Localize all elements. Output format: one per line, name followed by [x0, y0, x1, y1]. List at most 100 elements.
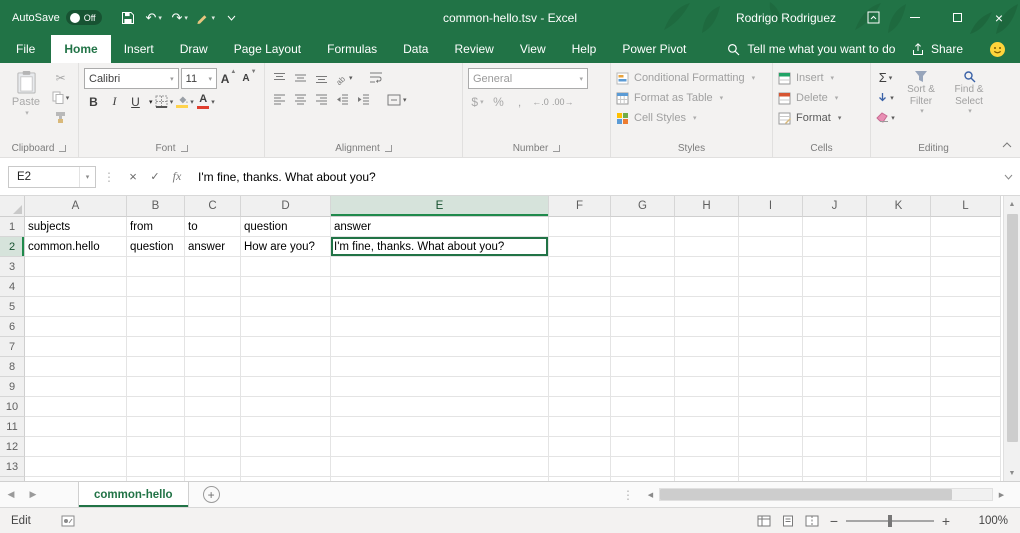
center-button[interactable]: [291, 90, 310, 109]
cell-C3[interactable]: [185, 257, 241, 277]
cell-C6[interactable]: [185, 317, 241, 337]
cell-B11[interactable]: [127, 417, 185, 437]
column-header-E[interactable]: E: [331, 196, 549, 217]
autosum-button[interactable]: Σ▾: [876, 68, 895, 87]
customize-qat-button[interactable]: [220, 5, 244, 31]
font-dialog-launcher-icon[interactable]: [181, 145, 188, 152]
delete-cells-button[interactable]: Delete ▾: [778, 88, 865, 108]
format-painter-button[interactable]: [51, 108, 70, 127]
cell-E5[interactable]: [331, 297, 549, 317]
font-color-button[interactable]: A ▾: [197, 92, 216, 111]
zoom-level[interactable]: 100%: [964, 515, 1008, 527]
cell-B12[interactable]: [127, 437, 185, 457]
cell-I7[interactable]: [739, 337, 803, 357]
autosave-switch[interactable]: Off: [66, 10, 102, 25]
cell-F1[interactable]: [549, 217, 611, 237]
cell-G10[interactable]: [611, 397, 675, 417]
cell-K5[interactable]: [867, 297, 931, 317]
ink-dropdown-icon[interactable]: ▾: [211, 14, 215, 22]
format-dropdown-icon[interactable]: ▾: [838, 114, 842, 122]
tab-power-pivot[interactable]: Power Pivot: [609, 35, 699, 63]
cell-L3[interactable]: [931, 257, 1001, 277]
cell-H12[interactable]: [675, 437, 739, 457]
top-align-button[interactable]: [270, 68, 289, 87]
tell-me-box[interactable]: Tell me what you want to do: [727, 35, 895, 63]
column-header-A[interactable]: A: [25, 196, 127, 217]
fill-color-button[interactable]: ▾: [176, 92, 195, 111]
tab-data[interactable]: Data: [390, 35, 441, 63]
cell-H1[interactable]: [675, 217, 739, 237]
page-break-view-button[interactable]: [800, 510, 824, 532]
borders-dropdown-icon[interactable]: ▾: [170, 98, 174, 106]
undo-button[interactable]: ↶▾: [142, 5, 166, 31]
cell-E6[interactable]: [331, 317, 549, 337]
cell-F2[interactable]: [549, 237, 611, 257]
cell-E1[interactable]: answer: [331, 217, 549, 237]
cell-E13[interactable]: [331, 457, 549, 477]
cell-F13[interactable]: [549, 457, 611, 477]
new-sheet-button[interactable]: +: [203, 486, 220, 503]
cell-B1[interactable]: from: [127, 217, 185, 237]
cell-C2[interactable]: answer: [185, 237, 241, 257]
number-format-dropdown-icon[interactable]: ▾: [579, 75, 583, 83]
cell-K1[interactable]: [867, 217, 931, 237]
column-header-I[interactable]: I: [739, 196, 803, 217]
cell-E3[interactable]: [331, 257, 549, 277]
cell-D1[interactable]: question: [241, 217, 331, 237]
align-right-button[interactable]: [312, 90, 331, 109]
cell-F6[interactable]: [549, 317, 611, 337]
zoom-out-button[interactable]: −: [824, 513, 844, 529]
cell-J5[interactable]: [803, 297, 867, 317]
cell-D12[interactable]: [241, 437, 331, 457]
cell-L8[interactable]: [931, 357, 1001, 377]
horizontal-scrollbar[interactable]: ◀ ▶: [642, 482, 1010, 507]
cell-A11[interactable]: [25, 417, 127, 437]
tab-review[interactable]: Review: [441, 35, 506, 63]
clear-dropdown-icon[interactable]: ▾: [891, 114, 895, 122]
cell-G1[interactable]: [611, 217, 675, 237]
paste-dropdown-icon[interactable]: ▾: [25, 109, 29, 117]
cell-H5[interactable]: [675, 297, 739, 317]
insert-function-button[interactable]: fx: [166, 166, 188, 188]
cell-K10[interactable]: [867, 397, 931, 417]
cell-I12[interactable]: [739, 437, 803, 457]
cell-G8[interactable]: [611, 357, 675, 377]
cell-C11[interactable]: [185, 417, 241, 437]
cell-I8[interactable]: [739, 357, 803, 377]
cell-I10[interactable]: [739, 397, 803, 417]
grow-font-button[interactable]: A▲: [219, 69, 238, 88]
autosum-dropdown-icon[interactable]: ▾: [889, 74, 893, 82]
row-header-3[interactable]: 3: [0, 257, 25, 277]
cell-styles-dropdown-icon[interactable]: ▾: [693, 114, 697, 122]
scroll-up-icon[interactable]: ▲: [1004, 196, 1020, 212]
cell-G2[interactable]: [611, 237, 675, 257]
save-button[interactable]: [116, 5, 140, 31]
cell-I6[interactable]: [739, 317, 803, 337]
cell-D8[interactable]: [241, 357, 331, 377]
row-header-12[interactable]: 12: [0, 437, 25, 457]
cell-J4[interactable]: [803, 277, 867, 297]
cell-I1[interactable]: [739, 217, 803, 237]
fill-button[interactable]: ▾: [876, 88, 895, 107]
cell-D10[interactable]: [241, 397, 331, 417]
redo-button[interactable]: ↷▾: [168, 5, 192, 31]
ribbon-display-options-button[interactable]: [852, 0, 894, 35]
merge-center-button[interactable]: ▾: [387, 90, 407, 109]
cell-K8[interactable]: [867, 357, 931, 377]
font-color-dropdown-icon[interactable]: ▾: [211, 98, 215, 106]
cell-H2[interactable]: [675, 237, 739, 257]
spreadsheet[interactable]: ABCDEFGHIJKL1subjectsfromtoquestionanswe…: [0, 196, 1003, 481]
underline-button[interactable]: U: [126, 92, 145, 111]
cell-K3[interactable]: [867, 257, 931, 277]
cell-E11[interactable]: [331, 417, 549, 437]
cell-G5[interactable]: [611, 297, 675, 317]
cell-G3[interactable]: [611, 257, 675, 277]
cell-B10[interactable]: [127, 397, 185, 417]
cell-L1[interactable]: [931, 217, 1001, 237]
formula-bar-handle[interactable]: ⋮: [103, 170, 115, 184]
middle-align-button[interactable]: [291, 68, 310, 87]
format-cells-button[interactable]: Format ▾: [778, 108, 865, 128]
cell-B4[interactable]: [127, 277, 185, 297]
autosave-toggle[interactable]: AutoSave Off: [12, 10, 102, 25]
accounting-dropdown-icon[interactable]: ▾: [480, 98, 484, 106]
